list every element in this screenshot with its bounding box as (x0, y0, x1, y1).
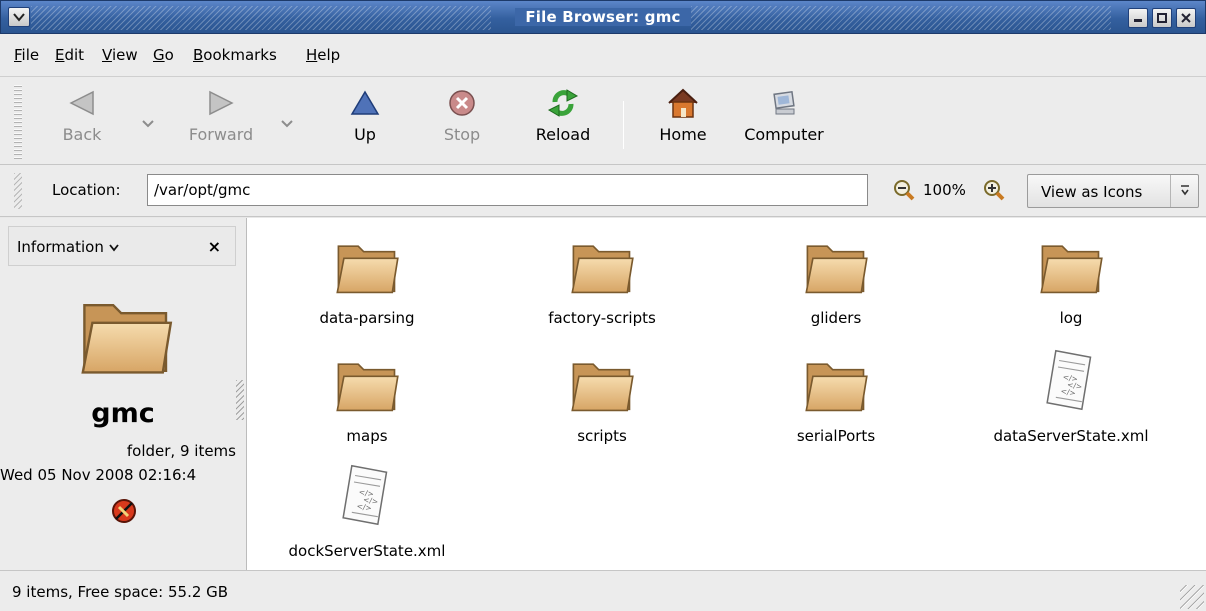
chevron-down-icon (281, 120, 293, 128)
reload-icon (547, 89, 579, 117)
reload-label: Reload (535, 125, 591, 144)
computer-label: Computer (744, 125, 824, 144)
view-mode-label: View as Icons (1041, 183, 1143, 201)
folder-icon (571, 245, 634, 294)
file-item[interactable]: dockServerState.xml (267, 464, 467, 560)
stop-label: Stop (443, 125, 481, 144)
zoom-in-button[interactable] (983, 179, 1005, 205)
file-name: factory-scripts (548, 309, 656, 327)
reload-button[interactable]: Reload (528, 83, 598, 144)
location-label: Location: (52, 181, 121, 199)
file-item[interactable]: maps (267, 351, 467, 445)
back-label: Back (62, 125, 102, 144)
computer-icon (773, 90, 795, 115)
home-button[interactable]: Home (650, 83, 716, 144)
chevron-down-icon (142, 120, 154, 128)
file-item[interactable]: scripts (502, 351, 702, 445)
forward-history-dropdown[interactable] (281, 117, 293, 132)
stop-icon (449, 90, 475, 116)
emblem-icon (112, 499, 136, 523)
file-name: log (1059, 309, 1083, 327)
forward-label: Forward (188, 125, 254, 144)
folder-icon (336, 363, 399, 412)
stop-button[interactable]: Stop (437, 83, 487, 144)
menu-go[interactable]: Go (153, 46, 174, 64)
file-item[interactable]: gliders (736, 233, 936, 327)
file-name: dockServerState.xml (288, 542, 446, 560)
zoom-out-button[interactable] (893, 179, 915, 205)
location-grip[interactable] (14, 173, 22, 209)
forward-arrow-icon (209, 90, 234, 116)
zoom-level[interactable]: 100% (923, 181, 966, 199)
window-resize-grip[interactable] (1180, 585, 1204, 609)
folder-icon (571, 363, 634, 412)
side-pane-selector[interactable]: Information (17, 238, 119, 256)
zoom-out-icon (894, 180, 915, 201)
menu-view[interactable]: View (102, 46, 138, 64)
folder-icon (805, 363, 868, 412)
folder-icon (805, 245, 868, 294)
status-text: 9 items, Free space: 55.2 GB (12, 583, 229, 601)
side-pane-close-button[interactable]: × (208, 237, 221, 256)
status-bar: 9 items, Free space: 55.2 GB (0, 570, 1206, 611)
pane-resize-grip[interactable] (236, 380, 244, 420)
file-item[interactable]: factory-scripts (502, 233, 702, 327)
menu-bookmarks[interactable]: Bookmarks (193, 46, 277, 64)
folder-icon (336, 245, 399, 294)
home-label: Home (659, 125, 707, 144)
location-bar: Location: 100% View as Icons (0, 165, 1206, 217)
home-icon (668, 88, 698, 118)
file-item[interactable]: log (971, 233, 1171, 327)
chevron-down-icon (1180, 185, 1189, 196)
file-name: scripts (577, 427, 627, 445)
folder-icon (1040, 245, 1103, 294)
maximize-icon (1157, 13, 1167, 23)
file-name: gliders (810, 309, 862, 327)
minimize-icon (1134, 19, 1142, 22)
folder-icon (81, 303, 173, 374)
window-titlebar[interactable]: File Browser: gmc (0, 0, 1206, 34)
back-button[interactable]: Back (52, 83, 112, 144)
file-item[interactable]: data-parsing (267, 233, 467, 327)
up-label: Up (354, 125, 376, 144)
menu-edit[interactable]: Edit (55, 46, 84, 64)
file-name: maps (346, 427, 388, 445)
file-item[interactable]: serialPorts (736, 351, 936, 445)
menu-help[interactable]: Help (306, 46, 340, 64)
toolbar-separator (623, 101, 624, 149)
zoom-in-icon (984, 180, 1005, 201)
close-icon (1181, 13, 1191, 23)
menu-bar: File Edit View Go Bookmarks Help (0, 34, 1206, 77)
location-input[interactable] (147, 174, 868, 206)
window-title: File Browser: gmc (1, 8, 1205, 26)
chevron-down-icon (108, 244, 119, 252)
side-pane: Information × gmc folder, 9 items Wed 05… (0, 218, 246, 570)
view-mode-arrow (1170, 175, 1198, 207)
maximize-button[interactable] (1152, 8, 1172, 28)
folder-info: folder, 9 items (126, 442, 236, 460)
back-history-dropdown[interactable] (142, 117, 154, 132)
toolbar-grip[interactable] (14, 85, 22, 159)
folder-modified-date: Wed 05 Nov 2008 02:16:4 (0, 466, 197, 484)
file-name: dataServerState.xml (993, 427, 1149, 445)
xml-file-icon (342, 464, 388, 526)
file-name: data-parsing (319, 309, 415, 327)
folder-name: gmc (91, 398, 155, 429)
file-item[interactable]: dataServerState.xml (971, 349, 1171, 445)
close-button[interactable] (1176, 8, 1196, 28)
side-pane-header: Information × (8, 226, 236, 266)
file-name: serialPorts (796, 427, 876, 445)
up-arrow-icon (350, 90, 380, 115)
view-mode-select[interactable]: View as Icons (1027, 174, 1199, 208)
menu-file[interactable]: File (14, 46, 39, 64)
xml-file-icon (1046, 349, 1092, 411)
up-button[interactable]: Up (340, 83, 390, 144)
minimize-button[interactable] (1128, 8, 1148, 28)
file-icon-view: data-parsing factory-scripts gliders log… (246, 218, 1206, 570)
forward-button[interactable]: Forward (180, 83, 262, 144)
back-arrow-icon (69, 90, 94, 116)
computer-button[interactable]: Computer (738, 83, 830, 144)
toolbar: Back Forward Up Stop Reload Home Compute… (0, 77, 1206, 165)
